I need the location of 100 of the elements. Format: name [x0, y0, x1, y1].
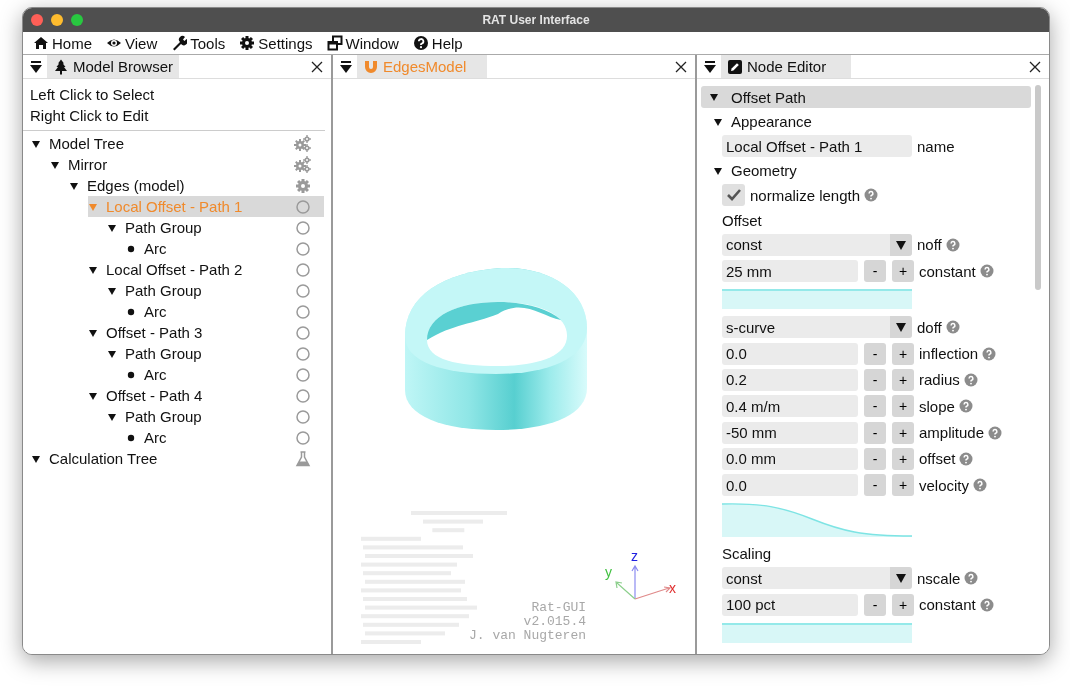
close-window-button[interactable]	[31, 14, 43, 26]
number-field[interactable]: 100 pct	[722, 593, 858, 616]
increment-button[interactable]: +	[892, 447, 914, 470]
menu-item[interactable]: View	[106, 34, 158, 52]
caret-icon[interactable]	[107, 348, 117, 359]
minimize-window-button[interactable]	[51, 14, 63, 26]
increment-button[interactable]: +	[892, 395, 914, 418]
close-icon[interactable]	[675, 60, 687, 73]
caret-icon[interactable]	[88, 264, 98, 275]
zoom-window-button[interactable]	[71, 14, 83, 26]
collapse-icon[interactable]	[703, 59, 717, 74]
dropdown[interactable]: const	[722, 233, 912, 256]
panel-tab[interactable]: Node Editor	[721, 55, 851, 78]
menu-item[interactable]: Tools	[171, 34, 226, 52]
tree-item[interactable]: Edges (model)	[69, 175, 324, 196]
decrement-button[interactable]: -	[864, 593, 886, 616]
decrement-button[interactable]: -	[864, 421, 886, 444]
menu-item[interactable]: Help	[412, 34, 463, 52]
caret-icon[interactable]	[713, 165, 723, 176]
tree-item[interactable]: Local Offset - Path 2	[88, 259, 324, 280]
number-field[interactable]: 0.2	[722, 368, 858, 391]
caret-icon[interactable]	[709, 92, 719, 102]
dropdown[interactable]: s-curve	[722, 316, 912, 339]
circle-icon	[294, 302, 312, 321]
help-icon[interactable]	[958, 399, 973, 414]
section-header[interactable]: Offset Path	[701, 86, 1031, 108]
decrement-button[interactable]: -	[864, 447, 886, 470]
x-axis-label: x	[669, 581, 676, 595]
tree-item[interactable]: Arc	[126, 364, 324, 385]
help-icon[interactable]	[979, 597, 994, 612]
circle-icon	[294, 218, 312, 237]
help-icon[interactable]	[963, 372, 978, 387]
caret-icon[interactable]	[31, 453, 41, 464]
close-icon[interactable]	[1029, 60, 1041, 73]
collapse-icon[interactable]	[29, 59, 43, 74]
tree-label: Model Tree	[49, 135, 125, 152]
group-header[interactable]: Geometry	[701, 159, 1031, 183]
dropdown[interactable]: const	[722, 567, 912, 590]
increment-button[interactable]: +	[892, 368, 914, 391]
tree-item[interactable]: Offset - Path 3	[88, 322, 324, 343]
caret-icon[interactable]	[88, 390, 98, 401]
increment-button[interactable]: +	[892, 342, 914, 365]
caret-icon[interactable]	[107, 285, 117, 296]
tree-item[interactable]: Path Group	[107, 343, 324, 364]
close-icon[interactable]	[311, 60, 323, 73]
panel-tab[interactable]: Model Browser	[47, 55, 180, 78]
tree-item[interactable]: Calculation Tree	[31, 448, 324, 469]
increment-button[interactable]: +	[892, 593, 914, 616]
scrollbar-thumb[interactable]	[1035, 85, 1041, 290]
caret-icon[interactable]	[107, 222, 117, 233]
help-icon[interactable]	[988, 425, 1003, 440]
collapse-icon[interactable]	[339, 59, 353, 74]
help-icon[interactable]	[864, 188, 879, 203]
credit-text: Rat-GUI	[530, 601, 587, 615]
tree-item[interactable]: Arc	[126, 238, 324, 259]
increment-button[interactable]: +	[892, 421, 914, 444]
group-header[interactable]: Appearance	[701, 110, 1031, 133]
decrement-button[interactable]: -	[864, 342, 886, 365]
decrement-button[interactable]: -	[864, 395, 886, 418]
help-icon[interactable]	[945, 320, 960, 335]
decrement-button[interactable]: -	[864, 368, 886, 391]
caret-icon[interactable]	[69, 180, 79, 191]
help-icon[interactable]	[973, 478, 988, 493]
caret-icon[interactable]	[713, 116, 723, 127]
caret-icon[interactable]	[88, 327, 98, 338]
number-field[interactable]: 0.0	[722, 474, 858, 497]
number-field[interactable]: -50 mm	[722, 421, 858, 444]
tree-item[interactable]: Arc	[126, 301, 324, 322]
text-field[interactable]: Local Offset - Path 1	[722, 135, 912, 158]
menu-item[interactable]: Settings	[239, 34, 313, 52]
checkbox[interactable]	[722, 184, 745, 207]
decrement-button[interactable]: -	[864, 260, 886, 283]
caret-icon[interactable]	[31, 138, 41, 149]
number-field[interactable]: 0.0	[722, 342, 858, 365]
increment-button[interactable]: +	[892, 260, 914, 283]
increment-button[interactable]: +	[892, 474, 914, 497]
group-title: Appearance	[731, 113, 812, 130]
tree-icon	[53, 58, 69, 75]
tree-item[interactable]: Mirror	[50, 154, 324, 175]
decrement-button[interactable]: -	[864, 474, 886, 497]
tree-item[interactable]: Arc	[126, 427, 324, 448]
tree-item[interactable]: Model Tree	[31, 133, 324, 154]
tree-item[interactable]: Path Group	[107, 280, 324, 301]
tree-item[interactable]: Path Group	[107, 217, 324, 238]
tree-item[interactable]: Path Group	[107, 406, 324, 427]
menu-item[interactable]: Window	[326, 34, 399, 52]
number-field[interactable]: 0.4 m/m	[722, 395, 858, 418]
number-field[interactable]: 0.0 mm	[722, 447, 858, 470]
help-icon[interactable]	[964, 571, 979, 586]
tree-item[interactable]: Offset - Path 4	[88, 385, 324, 406]
caret-icon[interactable]	[50, 159, 60, 170]
help-icon[interactable]	[945, 237, 960, 252]
caret-icon[interactable]	[107, 411, 117, 422]
help-icon[interactable]	[979, 264, 994, 279]
number-field[interactable]: 25 mm	[722, 260, 858, 283]
field-label: offset	[919, 450, 956, 468]
menu-item[interactable]: Home	[33, 34, 92, 52]
help-icon[interactable]	[982, 346, 997, 361]
windows-icon	[326, 35, 343, 51]
help-icon[interactable]	[959, 451, 974, 466]
